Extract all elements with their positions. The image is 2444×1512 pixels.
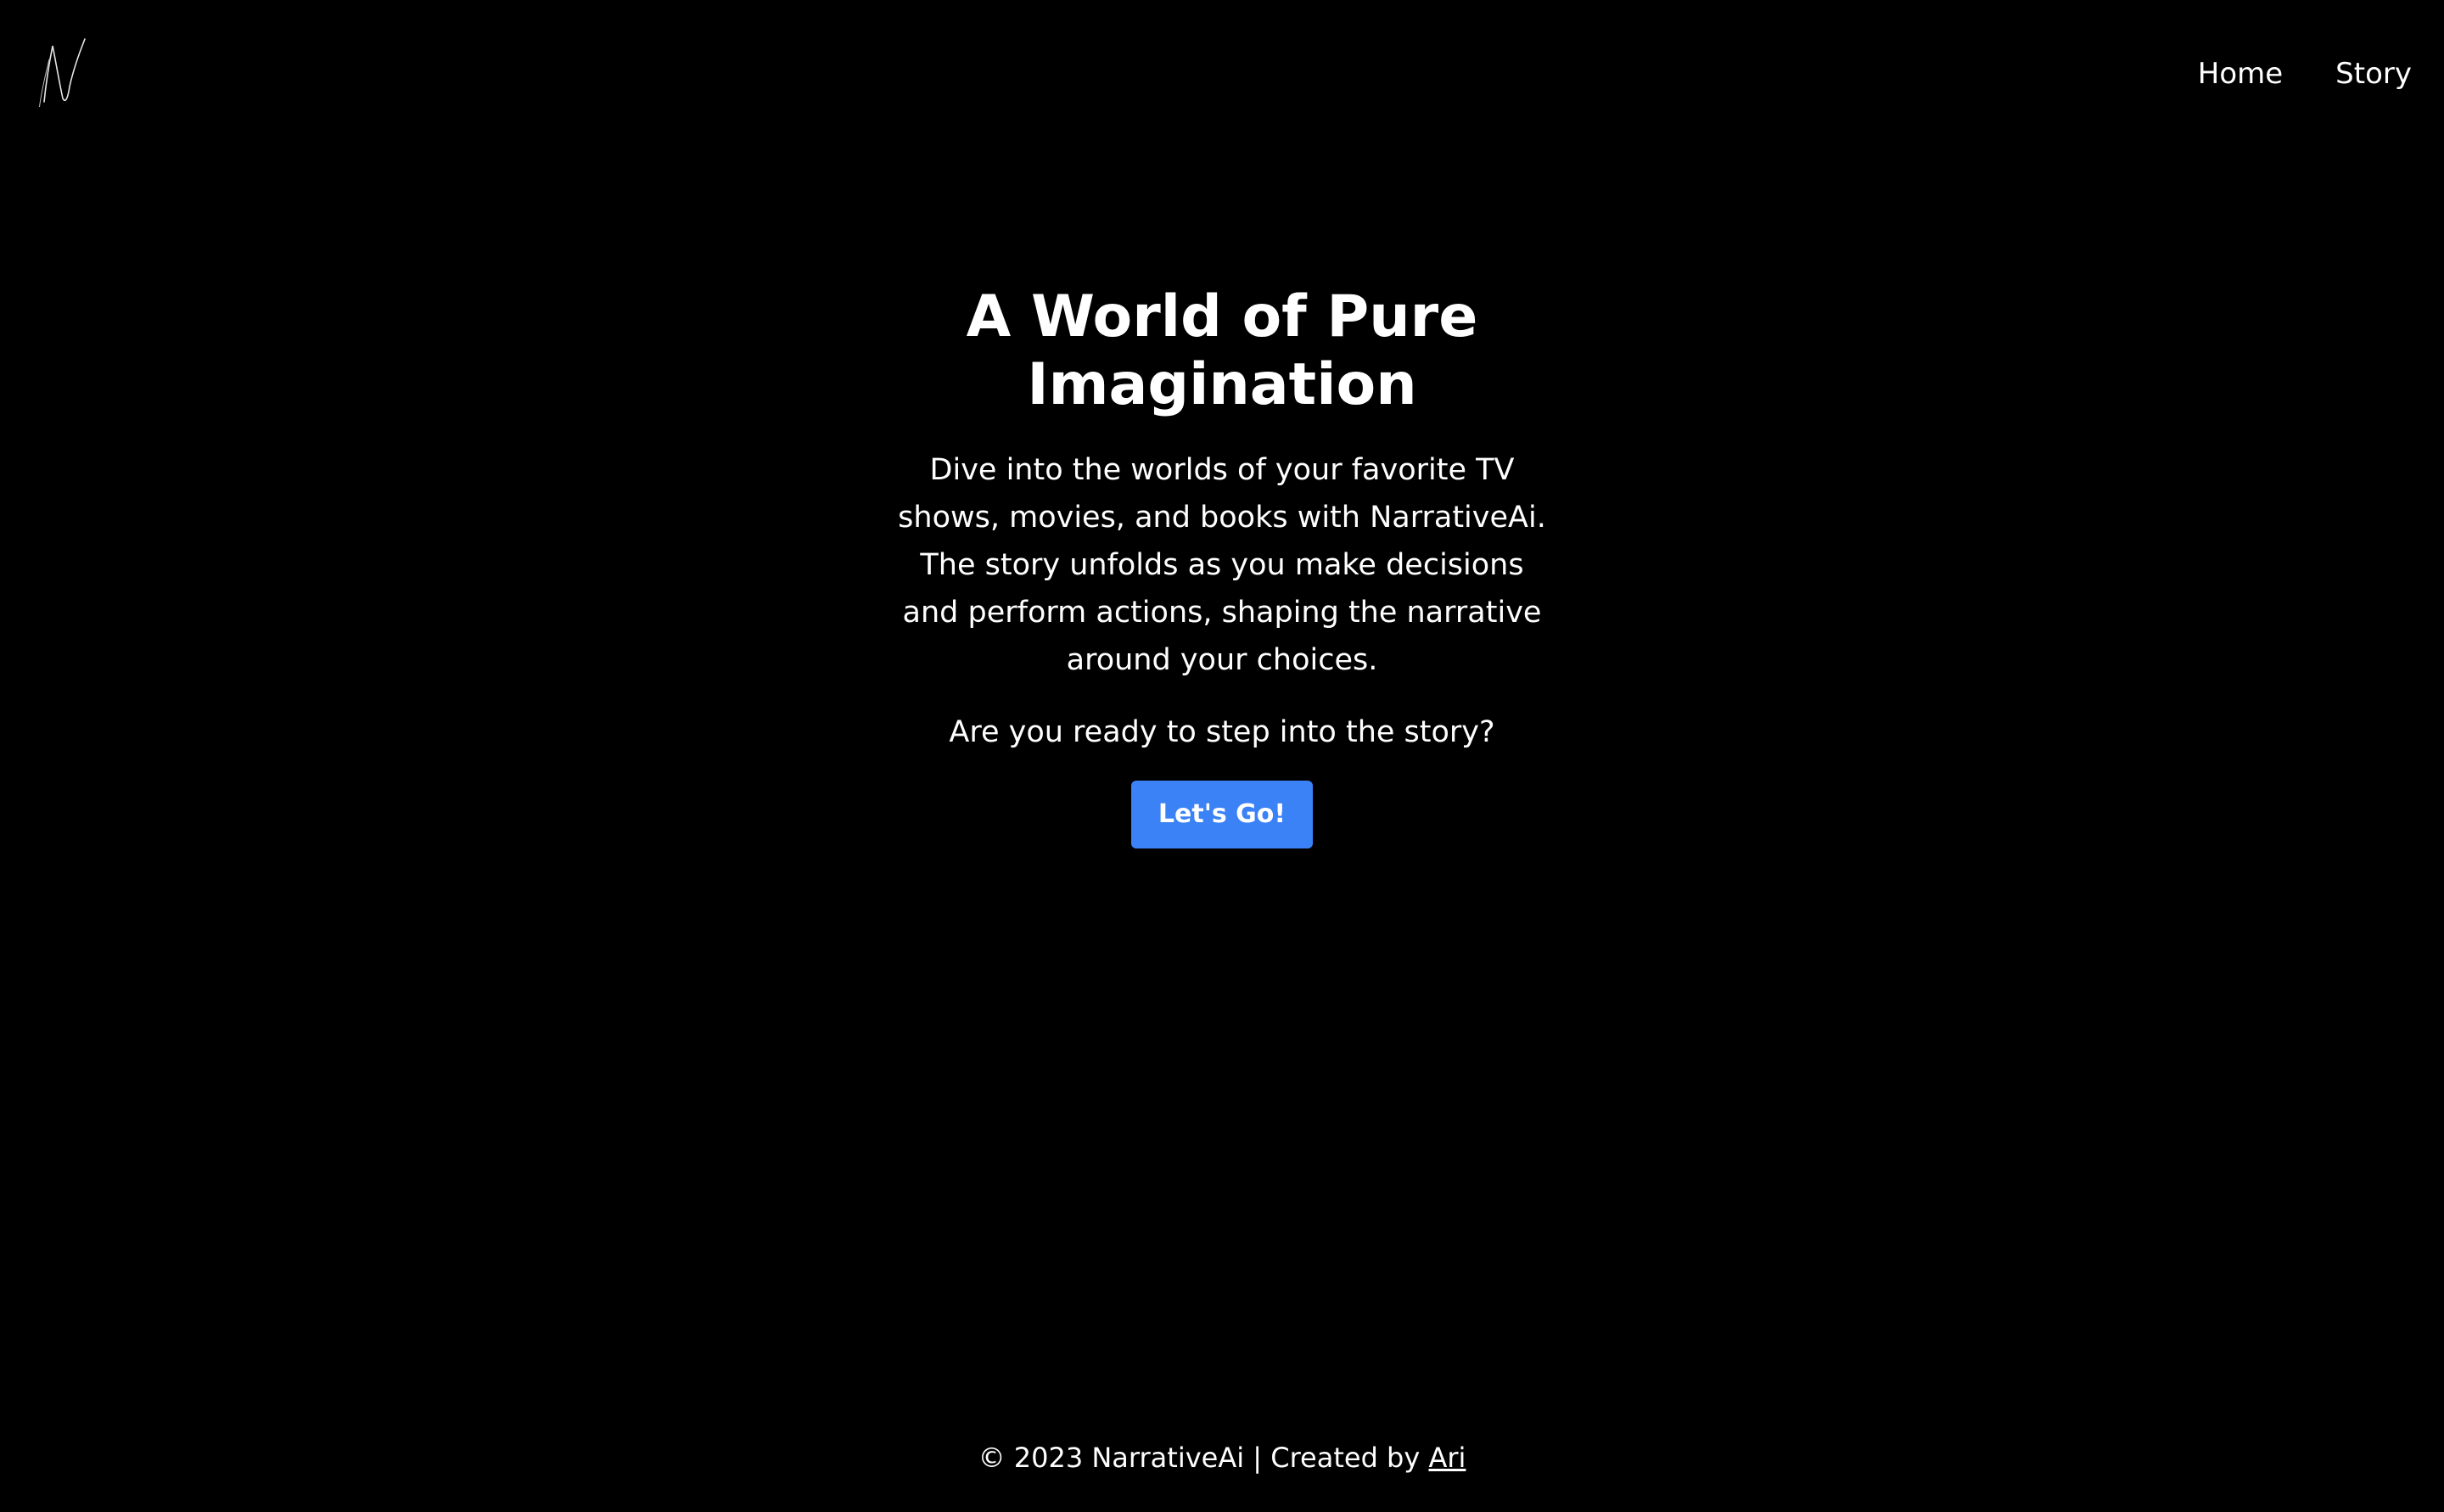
main-nav: Home Story <box>2198 53 2412 95</box>
lets-go-button[interactable]: Let's Go! <box>1130 781 1314 848</box>
footer-copyright: © 2023 NarrativeAi | Created by <box>978 1442 1429 1474</box>
logo-link[interactable] <box>37 34 93 111</box>
nav-story-link[interactable]: Story <box>2335 53 2412 95</box>
hero-title: A World of Pure Imagination <box>966 283 1478 418</box>
site-footer: © 2023 NarrativeAi | Created by Ari <box>0 1434 2444 1481</box>
nav-home-link[interactable]: Home <box>2198 53 2283 95</box>
footer-author-link[interactable]: Ari <box>1428 1442 1466 1474</box>
hero-description: Dive into the worlds of your favorite TV… <box>898 453 1546 677</box>
logo-icon <box>38 38 86 111</box>
page: Home Story A World of Pure Imagination D… <box>0 0 2444 1512</box>
hero-question: Are you ready to step into the story? <box>949 715 1495 749</box>
site-header: Home Story <box>0 0 2444 146</box>
hero-section: A World of Pure Imagination Dive into th… <box>883 283 1561 848</box>
